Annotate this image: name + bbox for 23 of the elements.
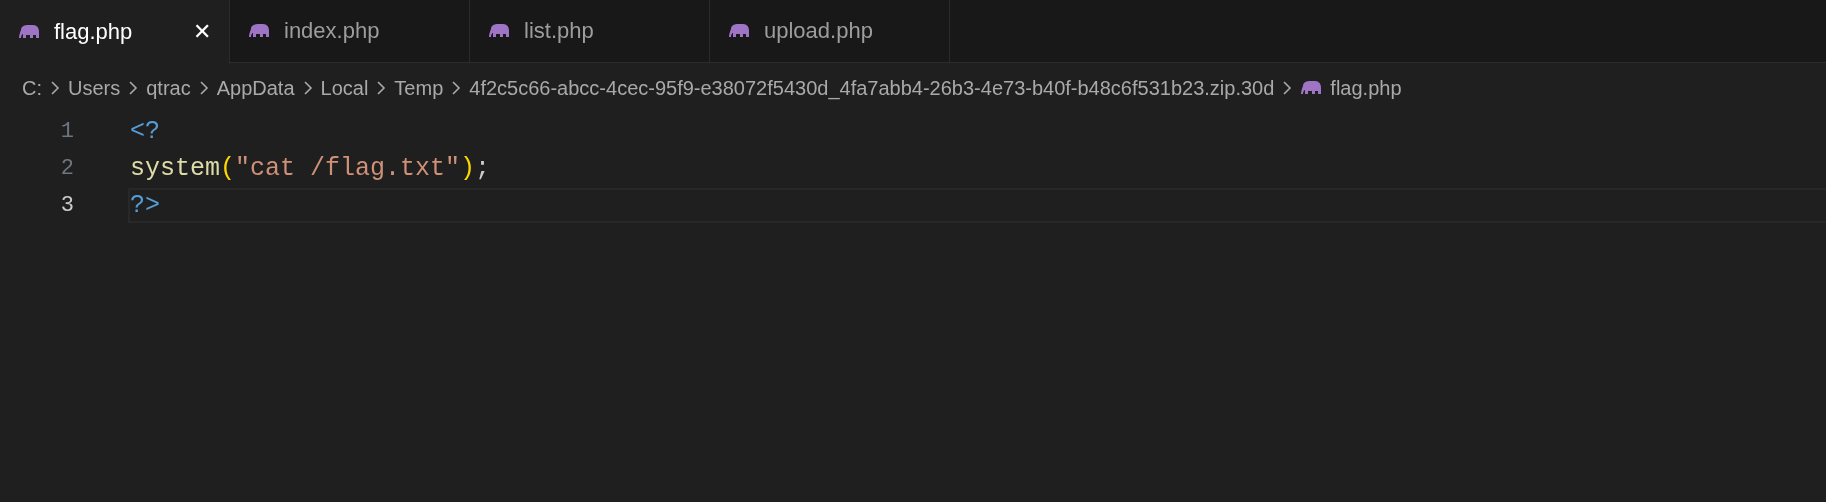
line-number: 1 xyxy=(59,119,74,144)
breadcrumb-item[interactable]: Temp xyxy=(394,76,444,100)
code-line: system("cat /flag.txt"); xyxy=(130,154,491,183)
line-number: 2 xyxy=(59,156,74,181)
code-line: ?> xyxy=(130,191,160,220)
line-number: 3 xyxy=(59,193,74,218)
breadcrumb-item[interactable]: qtrac xyxy=(146,76,191,100)
chevron-icon xyxy=(302,80,313,96)
breadcrumb-item[interactable]: Users xyxy=(68,76,121,100)
breadcrumb-item[interactable]: Local xyxy=(320,76,369,100)
breadcrumb-item[interactable]: C: xyxy=(22,76,42,100)
chevron-icon xyxy=(1282,80,1293,96)
chevron-icon xyxy=(128,80,139,96)
close-icon[interactable]: ✕ xyxy=(193,19,211,45)
chevron-icon xyxy=(451,80,462,96)
chevron-icon xyxy=(198,80,209,96)
breadcrumb-item[interactable]: 4f2c5c66-abcc-4cec-95f9-e38072f5430d_4fa7abb4-26b3-4e73-b40f-b48c6f531b23.zip.30d xyxy=(469,76,1275,100)
breadcrumb-item[interactable]: flag.php xyxy=(1330,76,1402,100)
breadcrumb-item[interactable]: AppData xyxy=(216,76,295,100)
editor-tab[interactable]: flag.php ✕ xyxy=(0,0,230,64)
code-line: <? xyxy=(130,117,160,146)
chevron-icon xyxy=(376,80,387,96)
chevron-icon xyxy=(50,80,60,96)
